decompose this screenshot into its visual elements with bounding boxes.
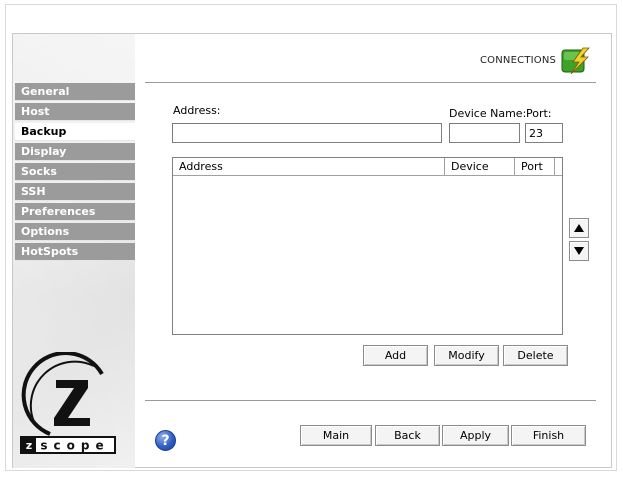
port-label: Port: — [526, 107, 552, 120]
port-input[interactable] — [525, 123, 563, 143]
move-up-button[interactable] — [569, 218, 589, 238]
main-button[interactable]: Main — [300, 425, 372, 446]
address-label: Address: — [173, 104, 221, 117]
sidebar-item-socks[interactable]: Socks — [15, 163, 135, 181]
triangle-up-icon — [574, 224, 584, 232]
triangle-down-icon — [574, 247, 584, 255]
backup-list[interactable]: Address Device Port — [172, 157, 563, 335]
column-header-port[interactable]: Port — [515, 158, 555, 175]
apply-button[interactable]: Apply — [442, 425, 509, 446]
back-button[interactable]: Back — [375, 425, 440, 446]
sidebar-item-ssh[interactable]: SSH — [15, 183, 135, 201]
footer-divider — [145, 400, 596, 401]
sidebar-item-hotspots[interactable]: HotSpots — [15, 243, 135, 261]
header-divider — [145, 82, 596, 83]
sidebar-item-options[interactable]: Options — [15, 223, 135, 241]
device-name-input[interactable] — [449, 123, 520, 143]
zscope-logo: z scope — [20, 352, 116, 454]
list-header: Address Device Port — [173, 158, 562, 176]
column-header-address[interactable]: Address — [173, 158, 445, 175]
connections-lightning-icon — [561, 47, 590, 75]
modify-button[interactable]: Modify — [434, 345, 499, 366]
add-button[interactable]: Add — [363, 345, 428, 366]
sidebar-item-general[interactable]: General — [15, 83, 135, 101]
delete-button[interactable]: Delete — [503, 345, 568, 366]
move-down-button[interactable] — [569, 241, 589, 261]
help-icon[interactable]: ? — [155, 430, 176, 451]
sidebar-item-backup[interactable]: Backup — [15, 123, 135, 141]
svg-text:z: z — [26, 439, 32, 452]
finish-button[interactable]: Finish — [511, 425, 586, 446]
address-input[interactable] — [172, 123, 442, 143]
svg-text:scope: scope — [40, 439, 109, 453]
sidebar-item-display[interactable]: Display — [15, 143, 135, 161]
section-title: CONNECTIONS — [480, 55, 557, 66]
sidebar-item-host[interactable]: Host — [15, 103, 135, 121]
device-name-label: Device Name: — [449, 107, 527, 120]
column-header-device[interactable]: Device — [445, 158, 515, 175]
sidebar-item-preferences[interactable]: Preferences — [15, 203, 135, 221]
